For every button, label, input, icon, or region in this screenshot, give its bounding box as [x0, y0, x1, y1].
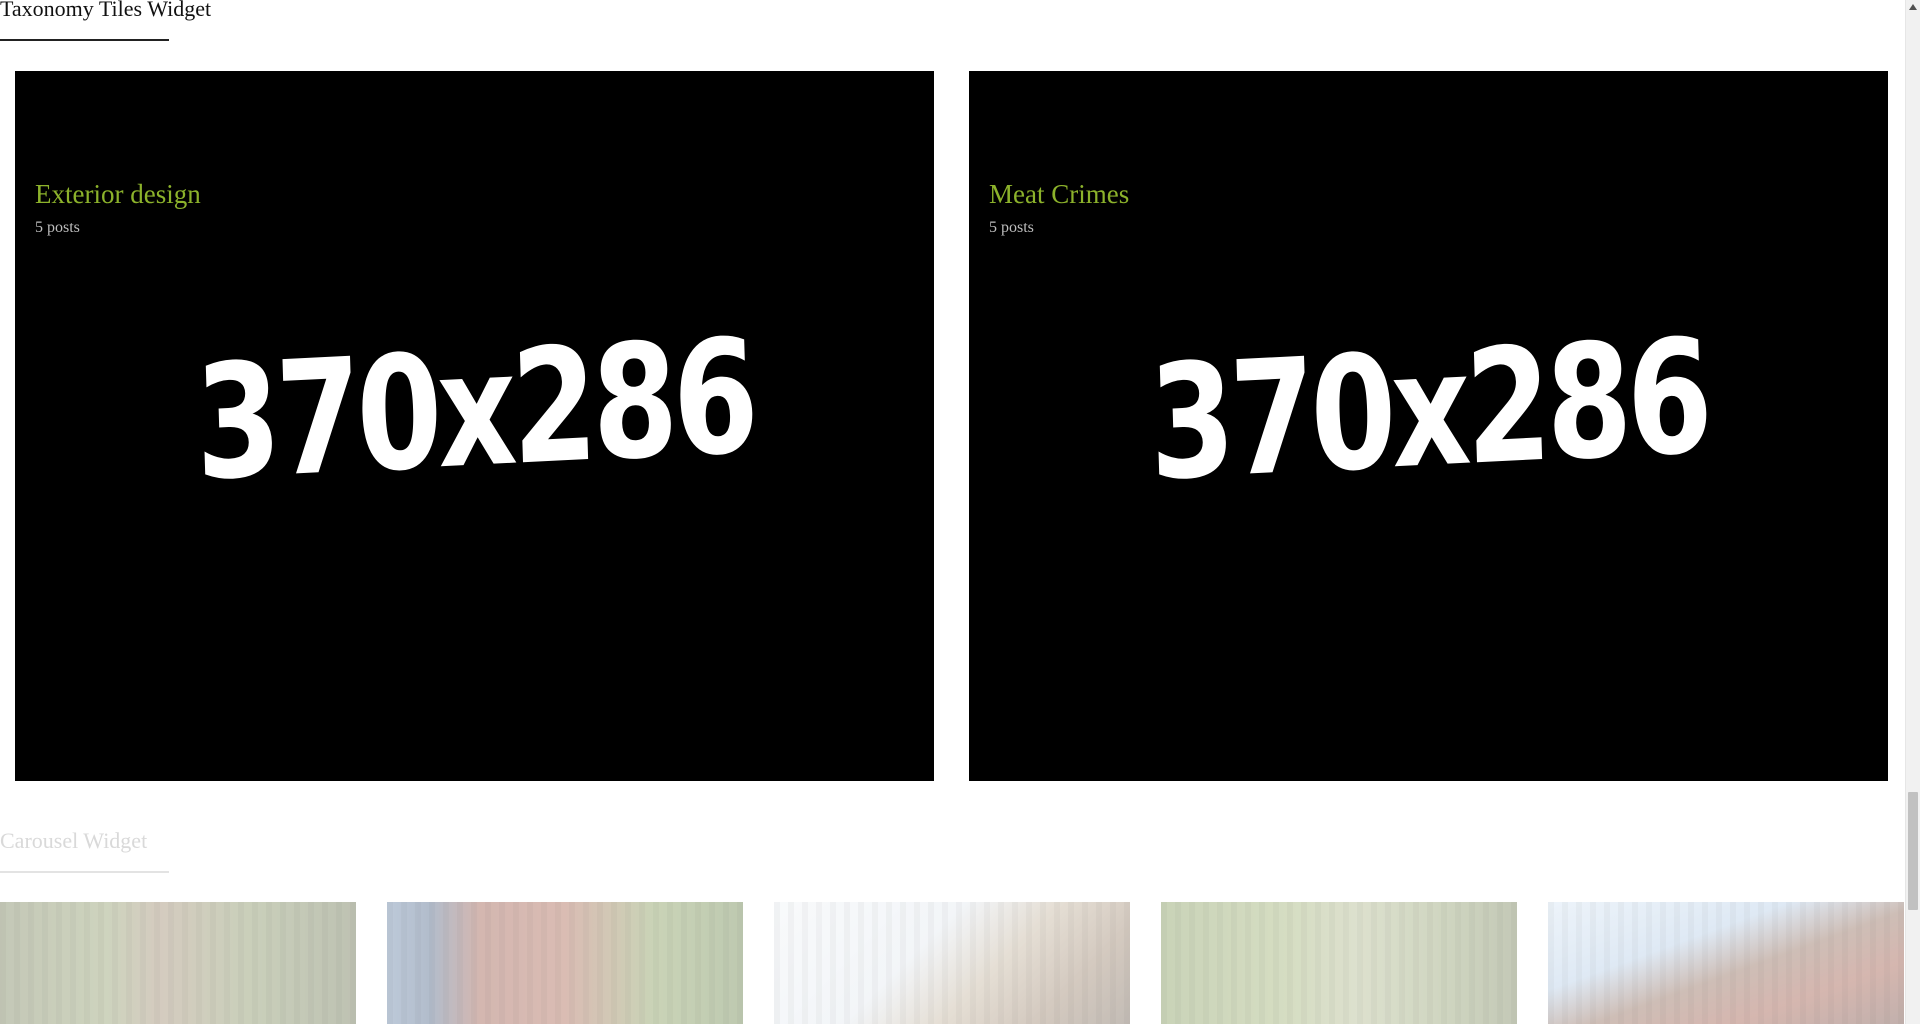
carousel-item-modern-facade[interactable] [774, 902, 1130, 1024]
carousel-image [1161, 902, 1517, 1024]
carousel-widget-heading: Carousel Widget [0, 828, 148, 853]
taxonomy-tiles-widget-heading: Taxonomy Tiles Widget [0, 0, 212, 21]
placeholder-image-label: 370x286 [192, 305, 757, 517]
taxonomy-tiles-grid: 370x286 Exterior design 5 posts 370x286 … [15, 71, 1888, 781]
carousel-image [774, 902, 1130, 1024]
vertical-scrollbar[interactable] [1905, 0, 1920, 1024]
carousel-image [387, 902, 743, 1024]
carousel-image [0, 902, 356, 1024]
placeholder-image-label: 370x286 [1146, 305, 1711, 517]
taxonomy-tile-meat-crimes[interactable]: 370x286 Meat Crimes 5 posts [969, 71, 1888, 781]
carousel-item-red-roof-house[interactable] [1548, 902, 1904, 1024]
scrollbar-thumb[interactable] [1908, 792, 1918, 910]
tile-title[interactable]: Exterior design [35, 179, 201, 210]
carousel-item-garden-bench[interactable] [0, 902, 356, 1024]
taxonomy-tile-exterior-design[interactable]: 370x286 Exterior design 5 posts [15, 71, 934, 781]
carousel-item-green-garden[interactable] [1161, 902, 1517, 1024]
heading-underline [0, 39, 169, 41]
heading-underline [0, 871, 169, 873]
carousel-image [1548, 902, 1904, 1024]
carousel-item-brick-house[interactable] [387, 902, 743, 1024]
tile-post-count: 5 posts [35, 219, 80, 236]
carousel-track [0, 902, 1905, 1024]
page: Taxonomy Tiles Widget 370x286 Exterior d… [0, 0, 1905, 1024]
tile-title[interactable]: Meat Crimes [989, 179, 1129, 210]
triangle-up-icon[interactable] [1909, 4, 1917, 10]
tile-post-count: 5 posts [989, 219, 1034, 236]
